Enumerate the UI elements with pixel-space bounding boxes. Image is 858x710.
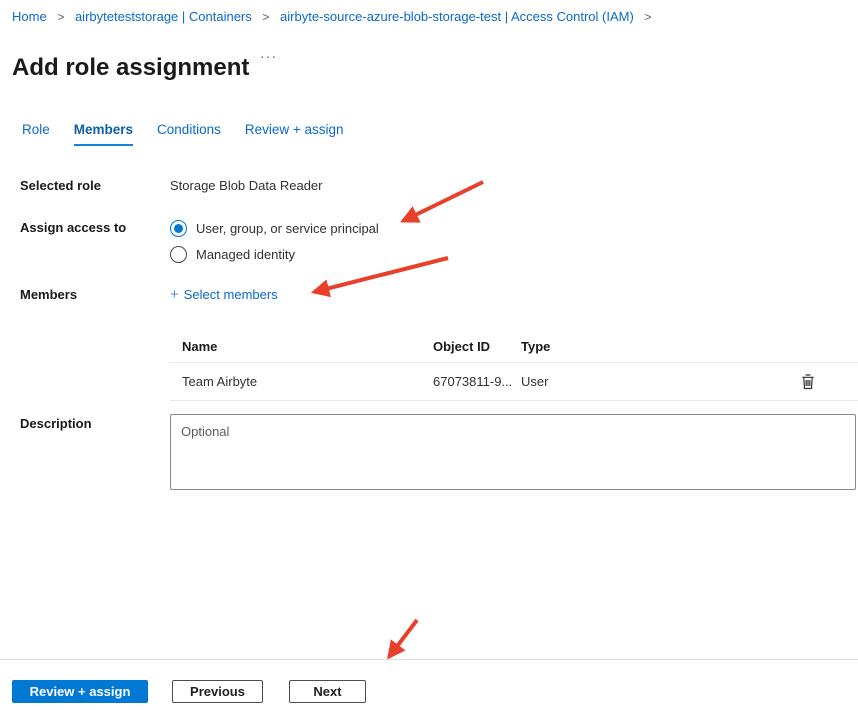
trash-icon <box>800 373 816 391</box>
radio-option-label: Managed identity <box>196 247 295 262</box>
selected-role-value: Storage Blob Data Reader <box>170 178 322 193</box>
assign-access-radio-group: User, group, or service principal Manage… <box>170 215 379 267</box>
member-type: User <box>521 374 796 389</box>
tab-role[interactable]: Role <box>22 122 50 146</box>
remove-member-button[interactable] <box>796 370 820 394</box>
annotation-arrow-next <box>389 620 417 657</box>
footer-divider <box>0 659 858 660</box>
selected-role-label: Selected role <box>20 178 101 193</box>
description-label: Description <box>20 416 92 431</box>
select-members-link-label: Select members <box>184 287 278 302</box>
assign-access-to-label: Assign access to <box>20 220 126 235</box>
member-object-id: 67073811-9... <box>433 374 521 389</box>
members-table-header: Name Object ID Type <box>170 331 858 362</box>
radio-selected-icon <box>170 220 187 237</box>
breadcrumb-link-storage-containers[interactable]: airbyteteststorage | Containers <box>75 9 252 24</box>
select-members-link[interactable]: + Select members <box>170 286 278 303</box>
tab-members[interactable]: Members <box>74 122 133 146</box>
breadcrumb-chevron-icon: > <box>262 10 269 24</box>
column-header-object-id: Object ID <box>433 339 521 354</box>
member-name: Team Airbyte <box>170 374 433 389</box>
radio-option-label: User, group, or service principal <box>196 221 379 236</box>
tab-bar: Role Members Conditions Review + assign <box>22 122 344 146</box>
breadcrumb-link-home[interactable]: Home <box>12 9 47 24</box>
radio-user-group-service-principal[interactable]: User, group, or service principal <box>170 215 379 241</box>
breadcrumb-chevron-icon: > <box>644 10 651 24</box>
column-header-type: Type <box>521 339 858 354</box>
next-button[interactable]: Next <box>289 680 366 703</box>
breadcrumb-chevron-icon: > <box>57 10 64 24</box>
breadcrumb: Home > airbyteteststorage | Containers >… <box>12 9 658 24</box>
more-options-icon[interactable]: ··· <box>260 48 277 64</box>
table-row: Team Airbyte 67073811-9... User <box>170 362 858 401</box>
column-header-name: Name <box>170 339 433 354</box>
members-label: Members <box>20 287 77 302</box>
radio-unselected-icon <box>170 246 187 263</box>
radio-managed-identity[interactable]: Managed identity <box>170 241 379 267</box>
tab-conditions[interactable]: Conditions <box>157 122 221 146</box>
tab-review-assign[interactable]: Review + assign <box>245 122 344 146</box>
plus-icon: + <box>170 286 179 303</box>
annotation-arrow-radio <box>403 182 483 221</box>
breadcrumb-link-access-control[interactable]: airbyte-source-azure-blob-storage-test |… <box>280 9 634 24</box>
page-title: Add role assignment <box>12 54 249 82</box>
members-table: Name Object ID Type Team Airbyte 6707381… <box>170 331 858 401</box>
description-input[interactable] <box>170 414 856 490</box>
review-assign-button[interactable]: Review + assign <box>12 680 148 703</box>
previous-button[interactable]: Previous <box>172 680 263 703</box>
